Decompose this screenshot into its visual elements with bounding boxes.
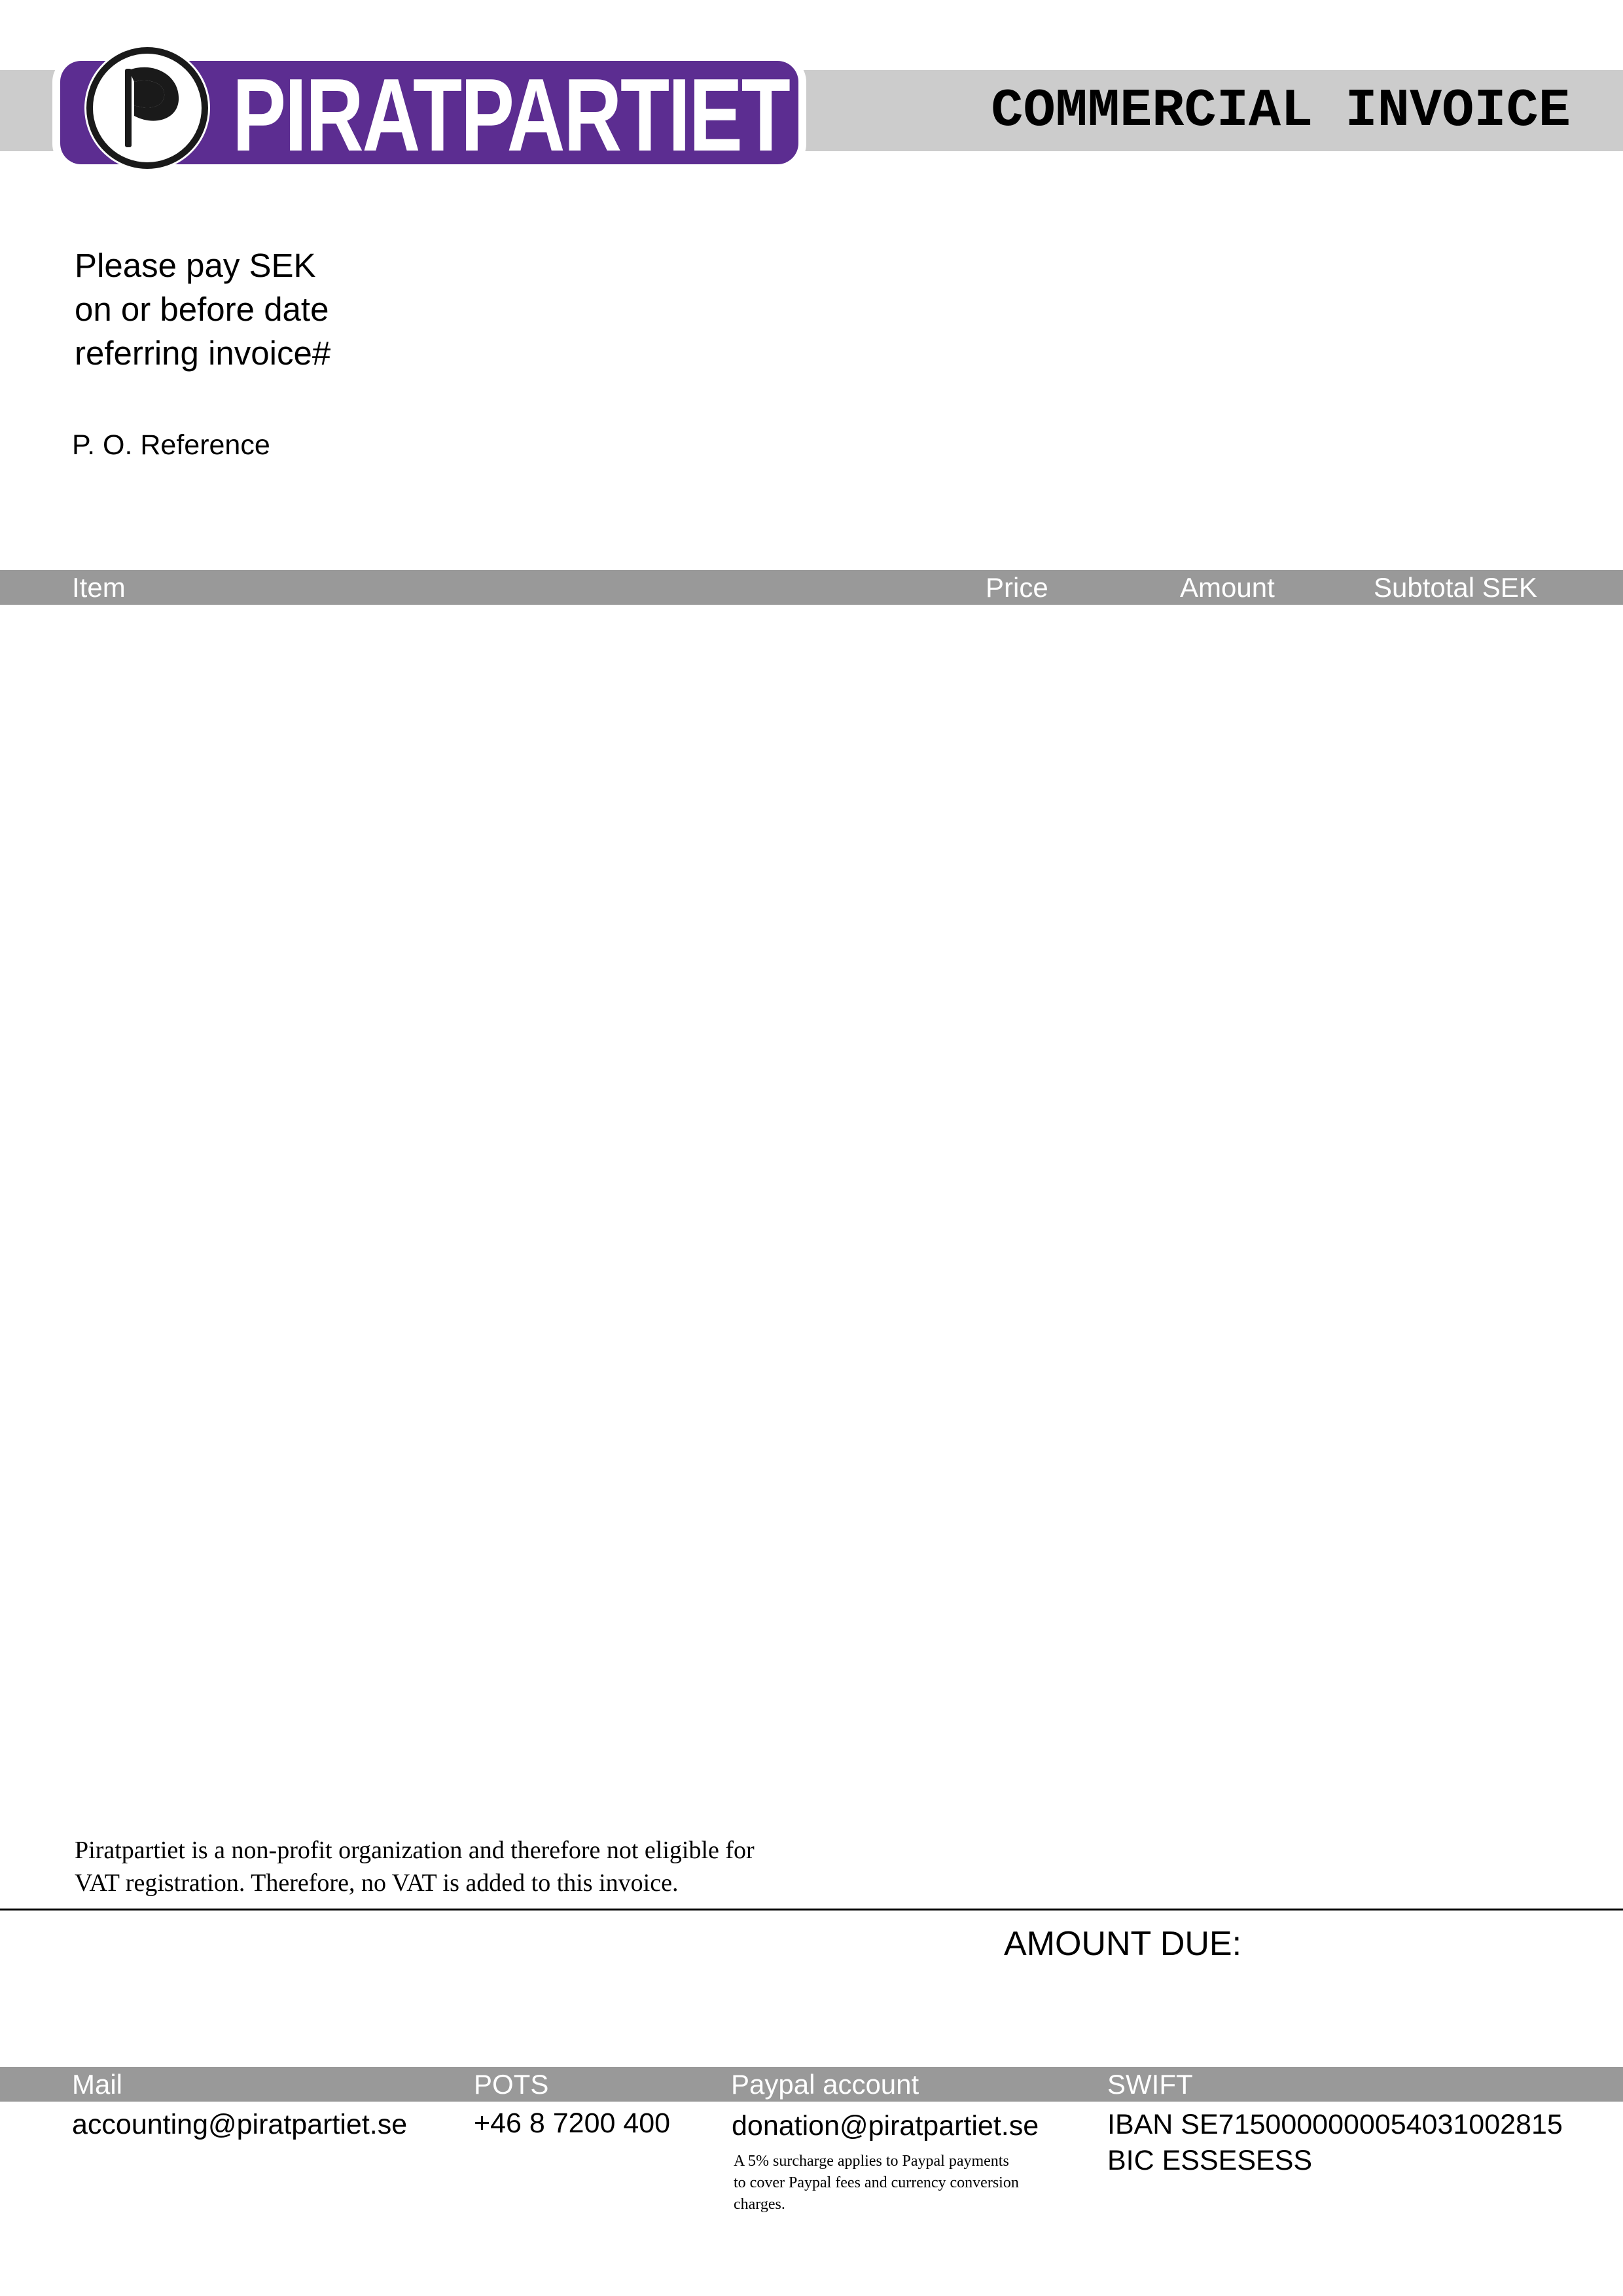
pirate-sail-icon bbox=[84, 45, 210, 171]
footer-header: Mail POTS Paypal account SWIFT bbox=[0, 2067, 1623, 2102]
pay-reference-text: referring invoice# bbox=[75, 334, 331, 372]
document-title: COMMERCIAL INVOICE bbox=[991, 81, 1571, 141]
logo-wordmark: PIRATPARTIET bbox=[232, 58, 791, 173]
bic-code: BIC ESSESESS bbox=[1107, 2145, 1313, 2176]
column-header-amount: Amount bbox=[1180, 572, 1275, 603]
divider bbox=[0, 1909, 1623, 1910]
column-header-subtotal: Subtotal SEK bbox=[1374, 572, 1537, 603]
paypal-note-line: to cover Paypal fees and currency conver… bbox=[734, 2174, 1019, 2191]
vat-note: Piratpartiet is a non-profit organizatio… bbox=[75, 1834, 860, 1899]
footer-label-mail: Mail bbox=[72, 2069, 123, 2100]
amount-due-label: AMOUNT DUE: bbox=[1004, 1925, 1242, 1963]
footer-label-pots: POTS bbox=[474, 2069, 549, 2100]
items-table-header: Item Price Amount Subtotal SEK bbox=[0, 570, 1623, 605]
vat-note-line: Piratpartiet is a non-profit organizatio… bbox=[75, 1837, 755, 1864]
po-reference-label: P. O. Reference bbox=[72, 429, 270, 461]
footer-label-paypal: Paypal account bbox=[731, 2069, 919, 2100]
paypal-surcharge-note: A 5% surcharge applies to Paypal payment… bbox=[734, 2151, 1074, 2215]
iban-number: IBAN SE7150000000054031002815 bbox=[1107, 2109, 1563, 2140]
pay-date-text: on or before date bbox=[75, 291, 329, 328]
paypal-note-line: charges. bbox=[734, 2196, 785, 2213]
pay-amount-text: Please pay SEK bbox=[75, 247, 316, 284]
piratpartiet-logo: PIRATPARTIET bbox=[52, 45, 806, 173]
column-header-price: Price bbox=[986, 572, 1048, 603]
vat-note-line: VAT registration. Therefore, no VAT is a… bbox=[75, 1869, 679, 1897]
mail-address: accounting@piratpartiet.se bbox=[72, 2109, 408, 2140]
paypal-account: donation@piratpartiet.se bbox=[732, 2110, 1039, 2142]
footer-label-swift: SWIFT bbox=[1107, 2069, 1193, 2100]
paypal-note-line: A 5% surcharge applies to Paypal payment… bbox=[734, 2153, 1009, 2170]
phone-number: +46 8 7200 400 bbox=[474, 2108, 671, 2139]
column-header-item: Item bbox=[72, 572, 126, 603]
